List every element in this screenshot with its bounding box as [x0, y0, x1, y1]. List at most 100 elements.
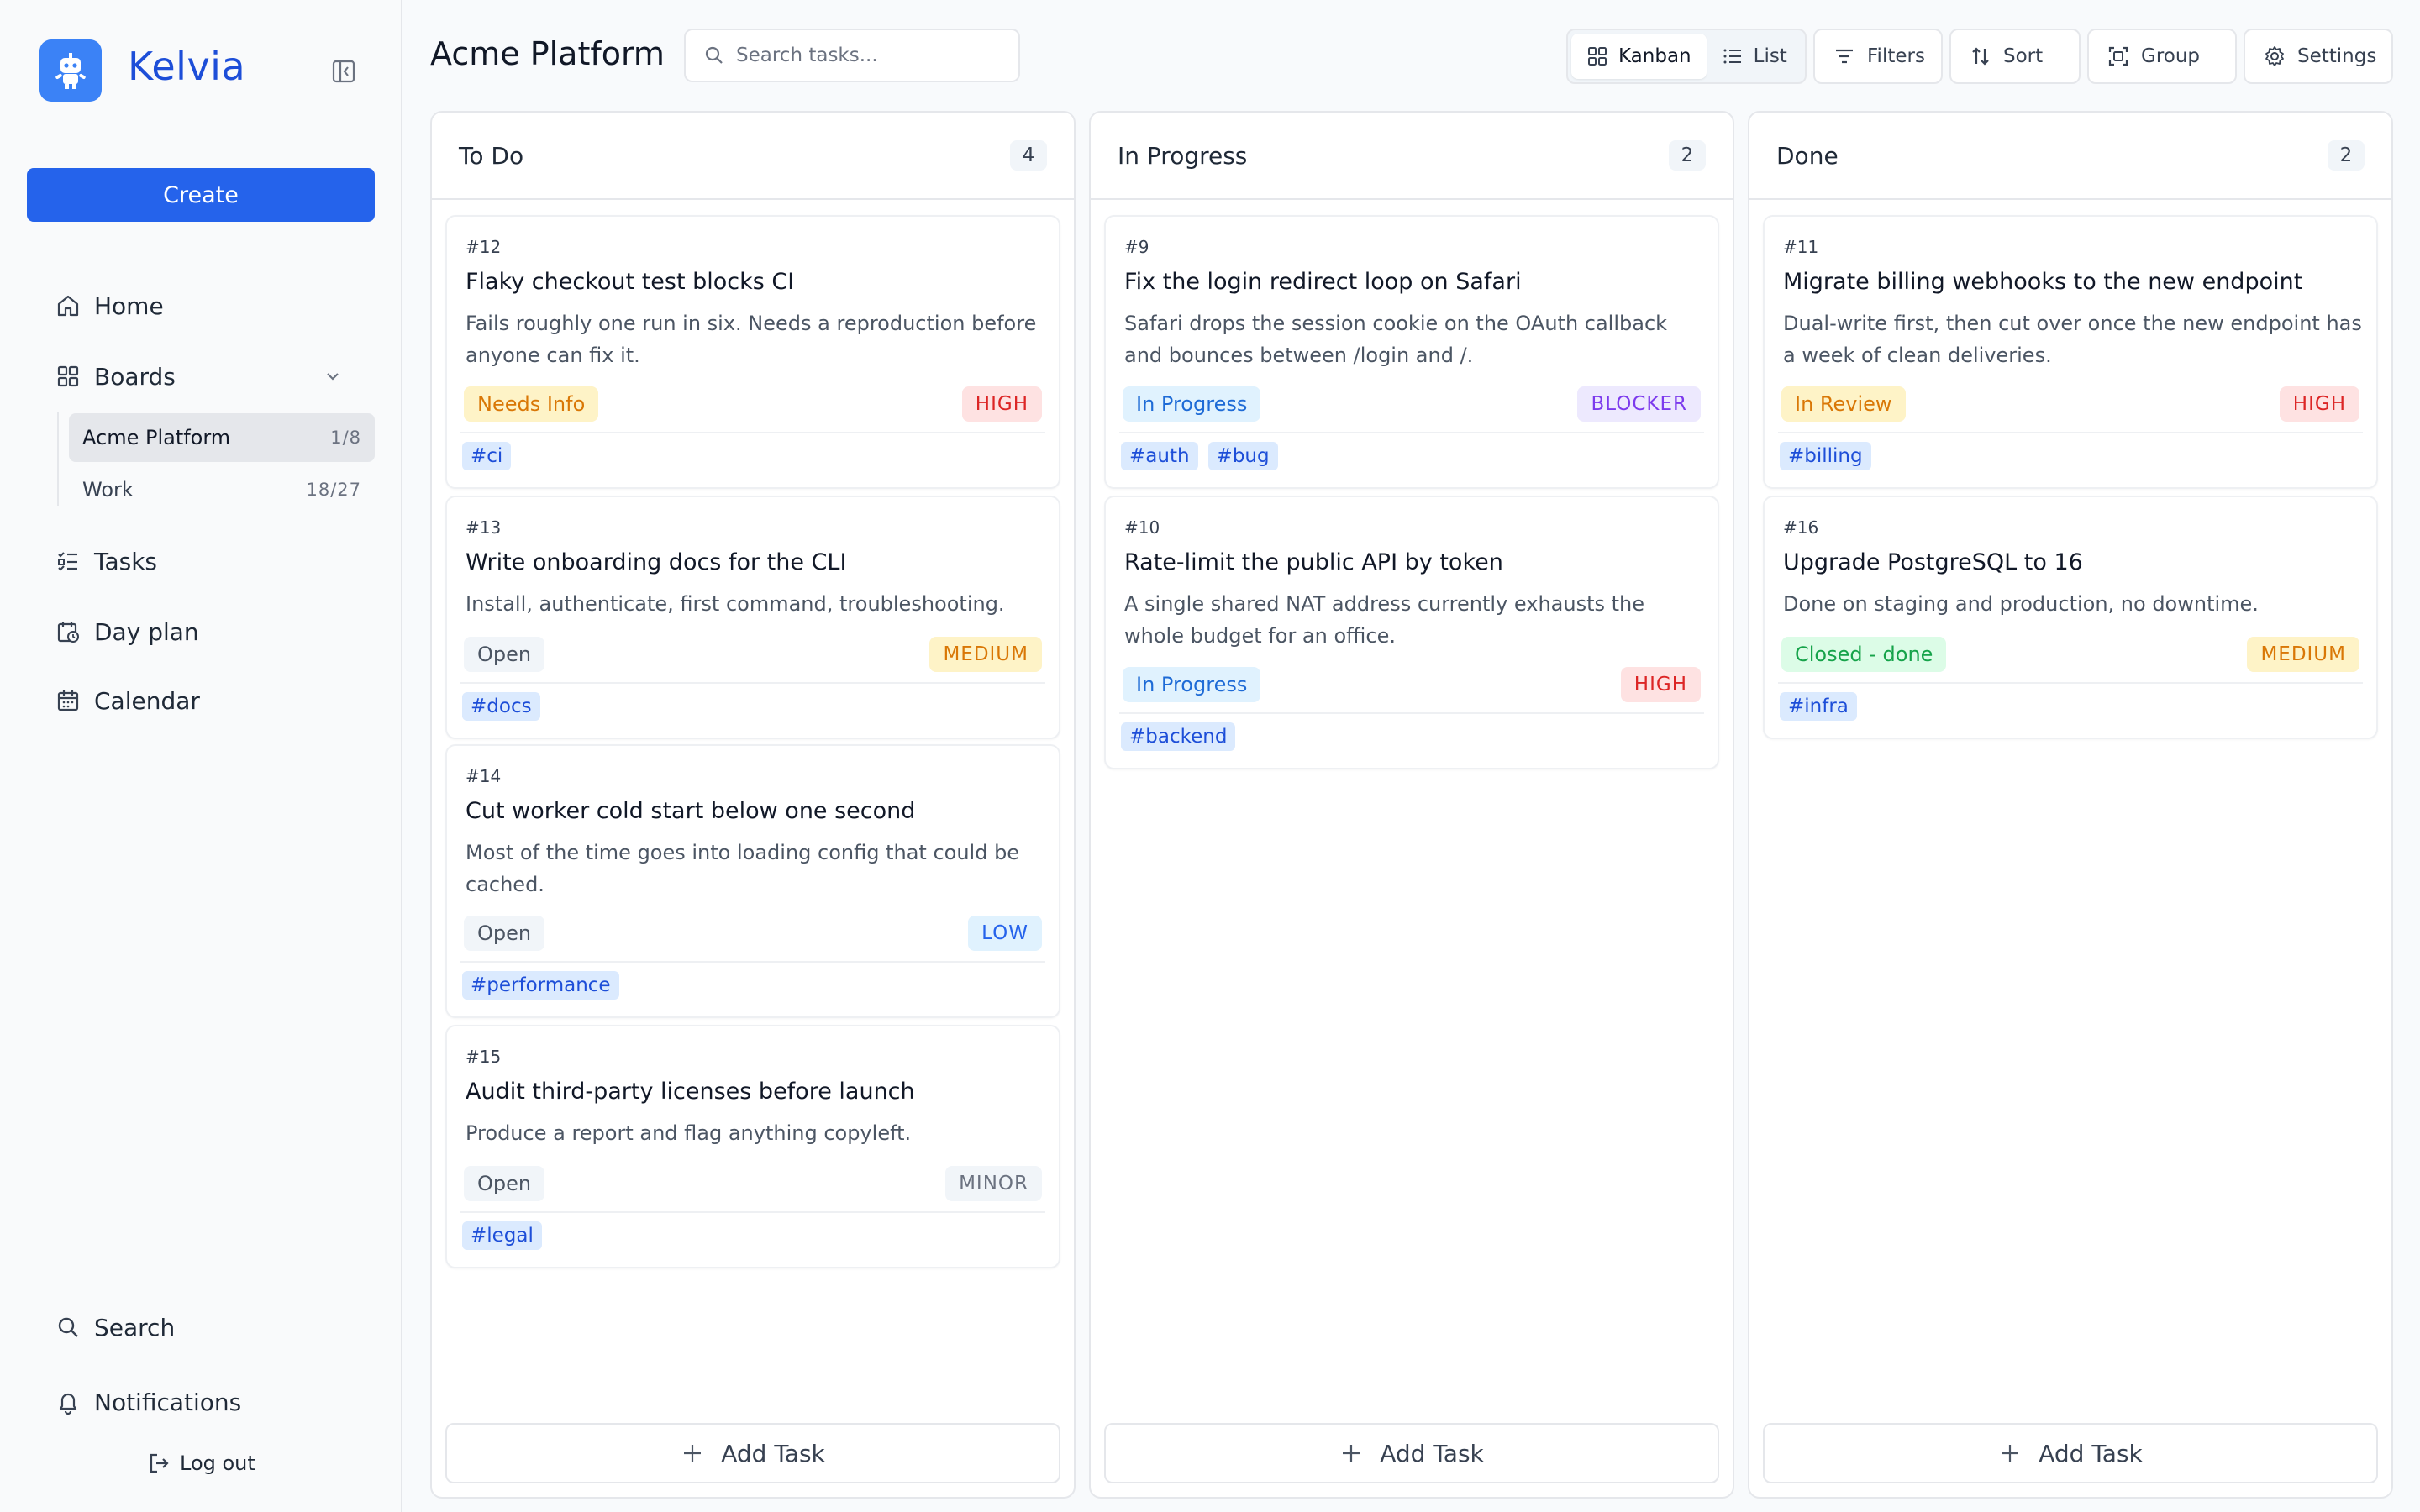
filters-button[interactable]: Filters [1813, 29, 1943, 84]
status-badge[interactable]: Open [464, 1166, 545, 1201]
add-task-label: Add Task [2039, 1439, 2143, 1467]
filter-icon [1833, 45, 1855, 67]
task-card-11[interactable]: #11 Migrate billing webhooks to the new … [1763, 215, 2378, 489]
board-item-work[interactable]: Work 18/27 [69, 465, 375, 514]
priority-badge[interactable]: HIGH [1620, 667, 1701, 702]
nav-calendar[interactable]: Calendar [54, 682, 200, 719]
status-badge[interactable]: Open [464, 916, 545, 951]
card-divider [460, 432, 1045, 433]
group-button[interactable]: Group [2087, 29, 2237, 84]
task-description: Most of the time goes into loading confi… [466, 841, 1020, 896]
board-item-label: Work [82, 478, 134, 501]
checklist-icon [54, 547, 82, 575]
view-kanban-button[interactable]: Kanban [1571, 34, 1707, 79]
tag-list: #billing [1780, 442, 1871, 470]
nav-day-plan[interactable]: Day plan [54, 613, 199, 650]
board-item-acme-platform[interactable]: Acme Platform 1/8 [69, 413, 375, 462]
chevron-down-icon[interactable] [323, 366, 343, 386]
column-header: In Progress 2 [1091, 113, 1733, 200]
task-search-input[interactable] [736, 45, 1002, 66]
nav-boards[interactable]: Boards [54, 358, 176, 395]
card-divider [460, 1211, 1045, 1213]
task-card-10[interactable]: #10 Rate-limit the public API by token A… [1104, 496, 1719, 769]
tag[interactable]: #auth [1121, 442, 1198, 470]
add-task-button[interactable]: Add Task [1104, 1423, 1719, 1483]
priority-badge[interactable]: MINOR [945, 1166, 1042, 1201]
tag[interactable]: #bug [1207, 442, 1278, 470]
column-count: 2 [1669, 140, 1706, 171]
task-card-13[interactable]: #13 Write onboarding docs for the CLI In… [445, 496, 1060, 739]
priority-badge[interactable]: MEDIUM [929, 637, 1042, 672]
task-card-14[interactable]: #14 Cut worker cold start below one seco… [445, 744, 1060, 1018]
app-name: Kelvia [128, 44, 246, 89]
tag[interactable]: #legal [462, 1221, 542, 1250]
card-divider [1778, 432, 2363, 433]
task-description: Dual-write first, then cut over once the… [1783, 312, 2362, 367]
task-search[interactable] [684, 29, 1020, 82]
plus-icon [681, 1441, 704, 1465]
add-task-label: Add Task [721, 1439, 825, 1467]
sidebar-notifications[interactable]: Notifications [54, 1383, 241, 1420]
tag[interactable]: #infra [1780, 692, 1857, 721]
column-header: To Do 4 [432, 113, 1074, 200]
list-icon [1722, 45, 1744, 67]
app-logo[interactable] [39, 39, 102, 102]
status-badge[interactable]: In Progress [1123, 386, 1261, 422]
collapse-sidebar-button[interactable] [331, 59, 356, 84]
add-task-button[interactable]: Add Task [445, 1423, 1060, 1483]
task-description: Done on staging and production, no downt… [1783, 592, 2259, 616]
sidebar-search[interactable]: Search [54, 1309, 175, 1346]
task-number: #13 [466, 517, 502, 538]
board-item-label: Acme Platform [82, 426, 231, 449]
priority-badge[interactable]: HIGH [2279, 386, 2360, 422]
board-item-count: 18/27 [306, 480, 361, 500]
tag[interactable]: #docs [462, 692, 540, 721]
task-description: Fails roughly one run in six. Needs a re… [466, 312, 1037, 367]
add-task-button[interactable]: Add Task [1763, 1423, 2378, 1483]
settings-button[interactable]: Settings [2244, 29, 2393, 84]
status-badge[interactable]: In Progress [1123, 667, 1261, 702]
priority-badge[interactable]: MEDIUM [2247, 637, 2360, 672]
tag[interactable]: #ci [462, 442, 512, 470]
task-card-16[interactable]: #16 Upgrade PostgreSQL to 16 Done on sta… [1763, 496, 2378, 739]
tag-list: #docs [462, 692, 540, 721]
nav-tasks[interactable]: Tasks [54, 543, 157, 580]
tag[interactable]: #backend [1121, 722, 1236, 751]
tag[interactable]: #billing [1780, 442, 1871, 470]
sidebar-collapse-icon [332, 60, 355, 83]
group-icon [2107, 45, 2129, 67]
status-badge[interactable]: Needs Info [464, 386, 599, 422]
view-list-button[interactable]: List [1707, 34, 1802, 79]
sidebar-notifications-label: Notifications [94, 1388, 242, 1416]
task-title: Fix the login redirect loop on Safari [1124, 269, 1522, 295]
task-title: Migrate billing webhooks to the new endp… [1783, 269, 2303, 295]
card-divider [460, 961, 1045, 963]
logout-button[interactable]: Log out [146, 1448, 255, 1478]
task-card-12[interactable]: #12 Flaky checkout test blocks CI Fails … [445, 215, 1060, 489]
calendar-icon [54, 686, 82, 715]
task-card-15[interactable]: #15 Audit third-party licenses before la… [445, 1025, 1060, 1268]
column-header: Done 2 [1749, 113, 2391, 200]
nav-home[interactable]: Home [54, 287, 164, 324]
tag[interactable]: #performance [462, 971, 619, 1000]
column-todo: To Do 4 #12 Flaky checkout test blocks C… [430, 111, 1076, 1499]
priority-badge[interactable]: LOW [968, 916, 1042, 951]
task-number: #12 [466, 237, 502, 257]
priority-badge[interactable]: BLOCKER [1577, 386, 1701, 422]
sort-button[interactable]: Sort [1949, 29, 2081, 84]
card-divider [1778, 682, 2363, 684]
robot-icon [55, 53, 86, 89]
group-label: Group [2141, 45, 2201, 67]
plus-icon [1998, 1441, 2022, 1465]
status-badge[interactable]: Open [464, 637, 545, 672]
search-icon [702, 44, 726, 67]
tag-list: #auth #bug [1121, 442, 1278, 470]
status-badge[interactable]: Closed - done [1781, 637, 1947, 672]
priority-badge[interactable]: HIGH [961, 386, 1042, 422]
tag-list: #backend [1121, 722, 1236, 751]
status-badge[interactable]: In Review [1781, 386, 1906, 422]
task-description: A single shared NAT address currently ex… [1124, 592, 1645, 648]
create-button[interactable]: Create [27, 168, 375, 222]
sort-icon [1970, 45, 1991, 67]
task-card-9[interactable]: #9 Fix the login redirect loop on Safari… [1104, 215, 1719, 489]
